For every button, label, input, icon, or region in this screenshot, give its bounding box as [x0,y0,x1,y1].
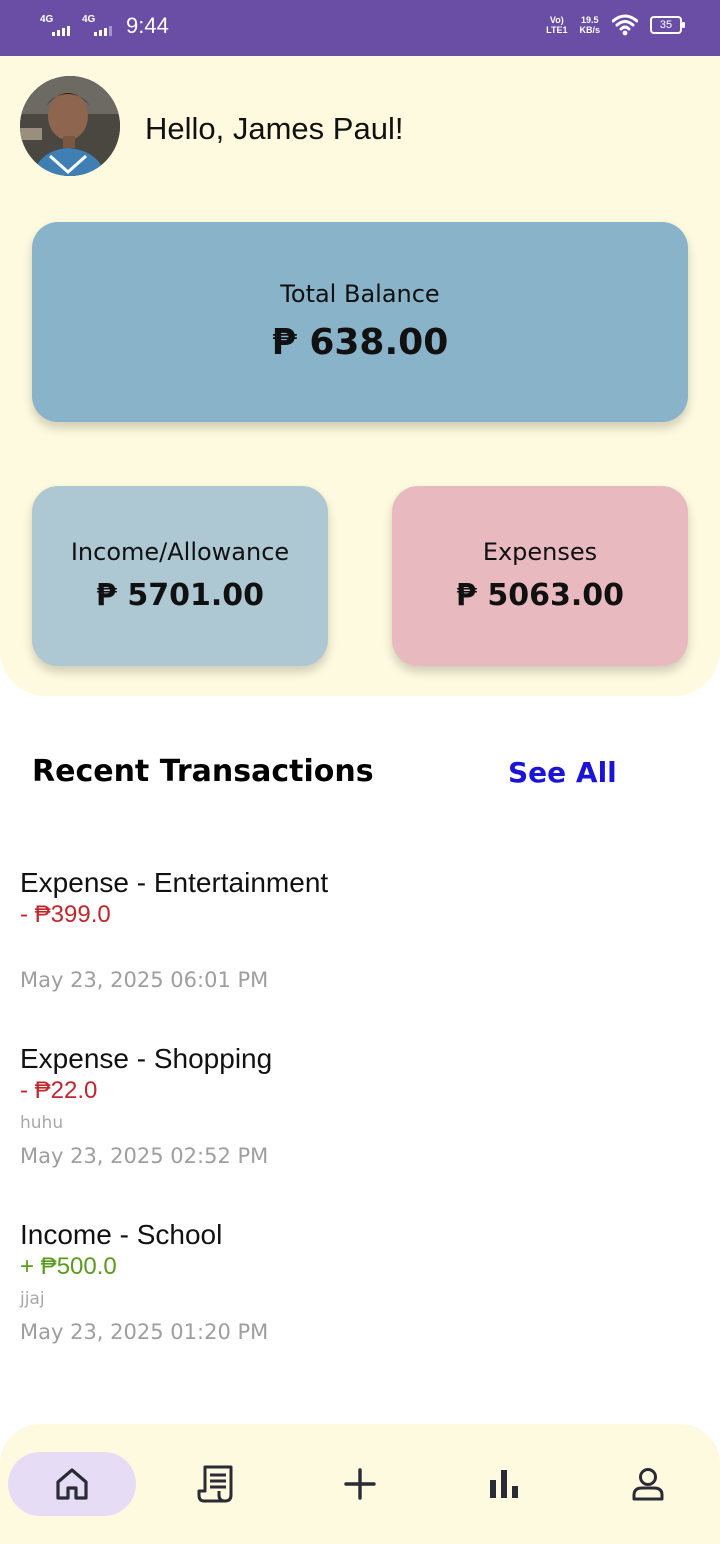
transaction-note: huhu [20,1113,64,1133]
transaction-item[interactable]: Income - School + ₱500.0 jjaj May 23, 20… [20,1218,700,1346]
total-balance-amount: ₱ 638.00 [271,322,449,363]
status-bar: 4G 4G 9:44 Vo) LTE1 19.5 KB/s 35 [0,0,720,56]
nav-home[interactable] [8,1452,136,1516]
battery-level: 35 [659,19,673,31]
greeting-text: Hello, James Paul! [145,111,404,146]
expenses-card: Expenses ₱ 5063.00 [392,486,688,666]
total-balance-card: Total Balance ₱ 638.00 [32,222,688,422]
summary-panel: Hello, James Paul! Total Balance ₱ 638.0… [0,56,720,696]
home-icon [56,1468,88,1500]
transaction-title: Income - School [20,1219,223,1250]
income-label: Income/Allowance [70,538,290,566]
avatar[interactable] [20,76,120,176]
transaction-item[interactable]: Expense - Entertainment - ₱399.0 May 23,… [20,866,700,994]
transaction-date: May 23, 2025 06:01 PM [20,968,269,992]
transaction-amount: + ₱500.0 [20,1253,117,1280]
see-all-link[interactable]: See All [508,756,617,789]
network-type-2: 4G [82,14,96,25]
status-right: Vo) LTE1 19.5 KB/s 35 [546,14,685,36]
cell-signal-1-icon: 4G [40,12,74,40]
status-time: 9:44 [126,13,169,38]
nav-statistics[interactable] [440,1452,568,1516]
avatar-photo [20,76,120,176]
volte-indicator: Vo) LTE1 [546,15,567,35]
transaction-item[interactable]: Expense - Shopping - ₱22.0 huhu May 23, … [20,1042,700,1170]
profile-icon [632,1468,664,1501]
speed-unit: KB/s [579,25,600,35]
transaction-note: jjaj [20,1289,45,1309]
recent-transactions-title: Recent Transactions [32,754,374,789]
nav-transactions[interactable] [152,1452,280,1516]
transaction-date: May 23, 2025 01:20 PM [20,1320,269,1344]
volte-bottom: LTE1 [546,25,568,35]
transaction-title: Expense - Entertainment [20,867,329,898]
nav-add[interactable] [296,1452,424,1516]
nav-profile[interactable] [584,1452,712,1516]
income-amount: ₱ 5701.00 [96,578,264,613]
expenses-label: Expenses [482,538,598,566]
transaction-amount: - ₱399.0 [20,901,111,928]
transaction-title: Expense - Shopping [20,1043,273,1074]
receipt-icon [197,1465,233,1503]
bottom-nav [0,1424,720,1544]
network-type-1: 4G [40,14,54,25]
bar-chart-icon [490,1470,518,1498]
total-balance-label: Total Balance [280,280,440,308]
network-speed: 19.5 KB/s [579,15,600,35]
plus-icon [344,1468,376,1500]
transaction-amount: - ₱22.0 [20,1077,98,1104]
battery-icon: 35 [650,16,685,34]
volte-top: Vo) [549,15,564,25]
expenses-amount: ₱ 5063.00 [456,578,624,613]
speed-value: 19.5 [580,15,599,25]
status-left: 4G 4G 9:44 [40,12,169,40]
wifi-icon [612,14,638,36]
transaction-note [20,936,700,958]
cell-signal-2-icon: 4G [82,12,116,40]
transaction-date: May 23, 2025 02:52 PM [20,1144,269,1168]
income-card: Income/Allowance ₱ 5701.00 [32,486,328,666]
